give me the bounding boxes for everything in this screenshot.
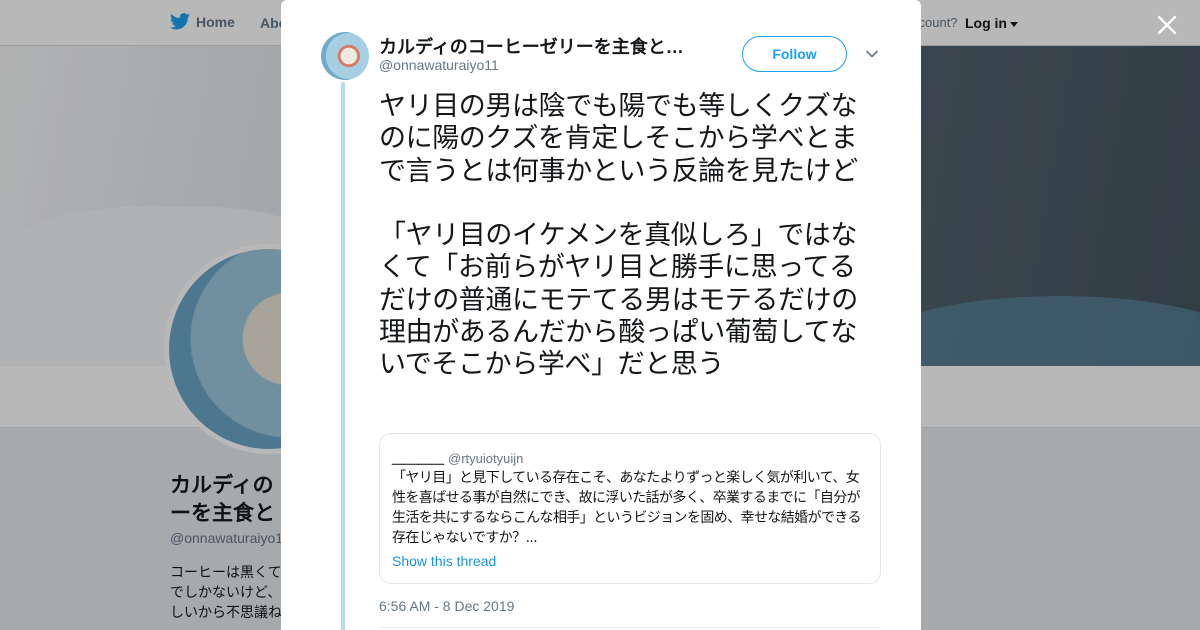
- quoted-author-handle: @rtyuiotyuijn: [448, 451, 524, 466]
- quoted-tweet-header: ＿＿＿＿ @rtyuiotyuijn: [392, 448, 523, 467]
- follow-button[interactable]: Follow: [742, 36, 847, 72]
- divider: [379, 627, 881, 628]
- show-thread-link[interactable]: Show this thread: [392, 553, 496, 569]
- thread-connector-line: [341, 82, 345, 630]
- quoted-tweet-card[interactable]: ＿＿＿＿ @rtyuiotyuijn 「ヤリ目」と見下している存在こそ、あなたより…: [379, 433, 881, 584]
- quoted-author-name: ＿＿＿＿: [392, 451, 445, 466]
- quoted-tweet-text: 「ヤリ目」と見下している存在こそ、あなたよりずっと楽しく気が利いて、女性を喜ばせ…: [392, 470, 861, 546]
- author-handle[interactable]: @onnawaturaiyo11: [379, 57, 499, 73]
- close-modal-button[interactable]: [1154, 12, 1180, 38]
- author-display-name[interactable]: カルディのコーヒーゼリーを主食と…: [379, 33, 689, 59]
- tweet-modal: カルディのコーヒーゼリーを主食と… @onnawaturaiyo11 Follo…: [281, 0, 921, 630]
- author-avatar[interactable]: [321, 32, 369, 80]
- tweet-timestamp[interactable]: 6:56 AM - 8 Dec 2019: [379, 598, 514, 614]
- tweet-text: ヤリ目の男は陰でも陽でも等しくクズなのに陽のクズを肯定しそこから学べとまで言うと…: [379, 91, 858, 381]
- close-icon: [1157, 15, 1177, 35]
- chevron-down-icon[interactable]: [865, 47, 879, 61]
